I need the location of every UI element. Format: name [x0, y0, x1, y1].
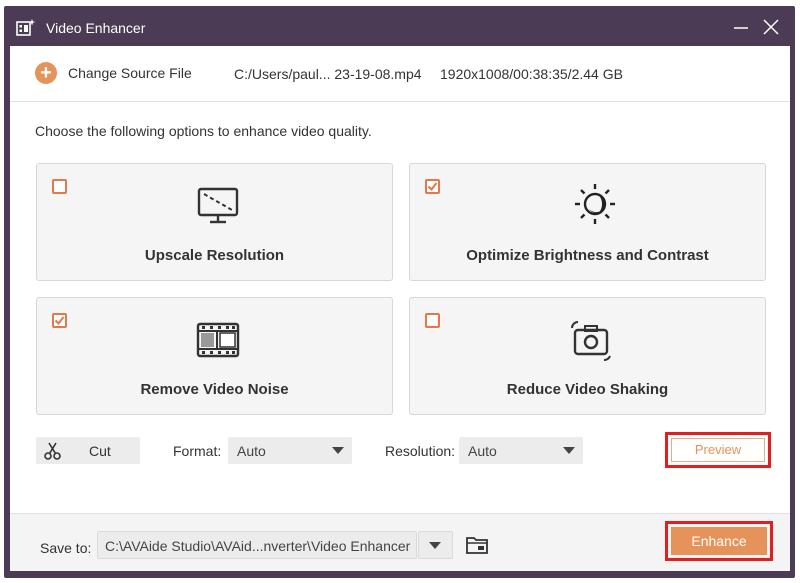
brightness-icon	[575, 184, 615, 224]
add-source-icon[interactable]: +	[35, 62, 57, 84]
chevron-down-icon	[332, 447, 344, 454]
noise-checkbox[interactable]	[52, 313, 67, 328]
option-optimize-brightness[interactable]: Optimize Brightness and Contrast	[409, 163, 766, 281]
monitor-icon	[197, 187, 239, 224]
checkmark-icon	[427, 182, 438, 192]
option-upscale-resolution[interactable]: Upscale Resolution	[36, 163, 393, 281]
film-icon	[196, 322, 240, 358]
source-file-info: 1920x1008/00:38:35/2.44 GB	[440, 66, 623, 82]
save-path-field[interactable]: C:\AVAide Studio\AVAid...nverter\Video E…	[97, 531, 417, 559]
enhance-button[interactable]: Enhance	[671, 527, 767, 555]
main-content: + Change Source File C:/Users/paul... 23…	[10, 46, 790, 571]
resolution-value: Auto	[468, 443, 497, 459]
upscale-checkbox[interactable]	[52, 179, 67, 194]
source-file-path: C:/Users/paul... 23-19-08.mp4	[234, 66, 422, 82]
save-path-dropdown[interactable]	[418, 531, 453, 559]
option-label: Optimize Brightness and Contrast	[466, 247, 709, 264]
app-icon	[16, 19, 36, 36]
format-label: Format:	[173, 443, 222, 459]
checkmark-icon	[54, 316, 65, 326]
preview-highlight: Preview	[665, 432, 771, 468]
save-to-label: Save to:	[40, 540, 92, 556]
cut-button[interactable]: Cut	[36, 437, 140, 464]
option-reduce-video-shaking[interactable]: Reduce Video Shaking	[409, 297, 766, 415]
enhance-highlight: Enhance	[665, 521, 773, 561]
cut-label: Cut	[89, 443, 111, 459]
open-folder-icon[interactable]	[465, 534, 489, 556]
chevron-down-icon	[563, 447, 575, 454]
resolution-label: Resolution:	[385, 443, 456, 459]
shaking-checkbox[interactable]	[425, 313, 440, 328]
option-remove-video-noise[interactable]: Remove Video Noise	[36, 297, 393, 415]
minimize-icon[interactable]	[730, 16, 752, 38]
chevron-down-icon	[429, 542, 441, 549]
format-select[interactable]: Auto	[228, 437, 352, 464]
title-bar: Video Enhancer	[4, 6, 795, 46]
source-file-bar: + Change Source File C:/Users/paul... 23…	[10, 46, 790, 102]
window-title: Video Enhancer	[46, 20, 146, 36]
format-value: Auto	[237, 443, 266, 459]
option-label: Reduce Video Shaking	[506, 381, 669, 398]
close-icon[interactable]	[760, 16, 782, 38]
camera-stabilize-icon	[571, 321, 611, 361]
option-label: Remove Video Noise	[140, 381, 289, 398]
preview-button[interactable]: Preview	[671, 438, 765, 462]
option-label: Upscale Resolution	[144, 247, 285, 264]
video-enhancer-window: Video Enhancer + Change Source File C:/U…	[4, 6, 795, 578]
save-path-value: C:\AVAide Studio\AVAid...nverter\Video E…	[105, 538, 411, 554]
change-source-button[interactable]: Change Source File	[68, 65, 192, 81]
resolution-select[interactable]: Auto	[459, 437, 583, 464]
brightness-checkbox[interactable]	[425, 179, 440, 194]
instruction-text: Choose the following options to enhance …	[35, 123, 372, 139]
scissors-icon	[44, 442, 61, 460]
